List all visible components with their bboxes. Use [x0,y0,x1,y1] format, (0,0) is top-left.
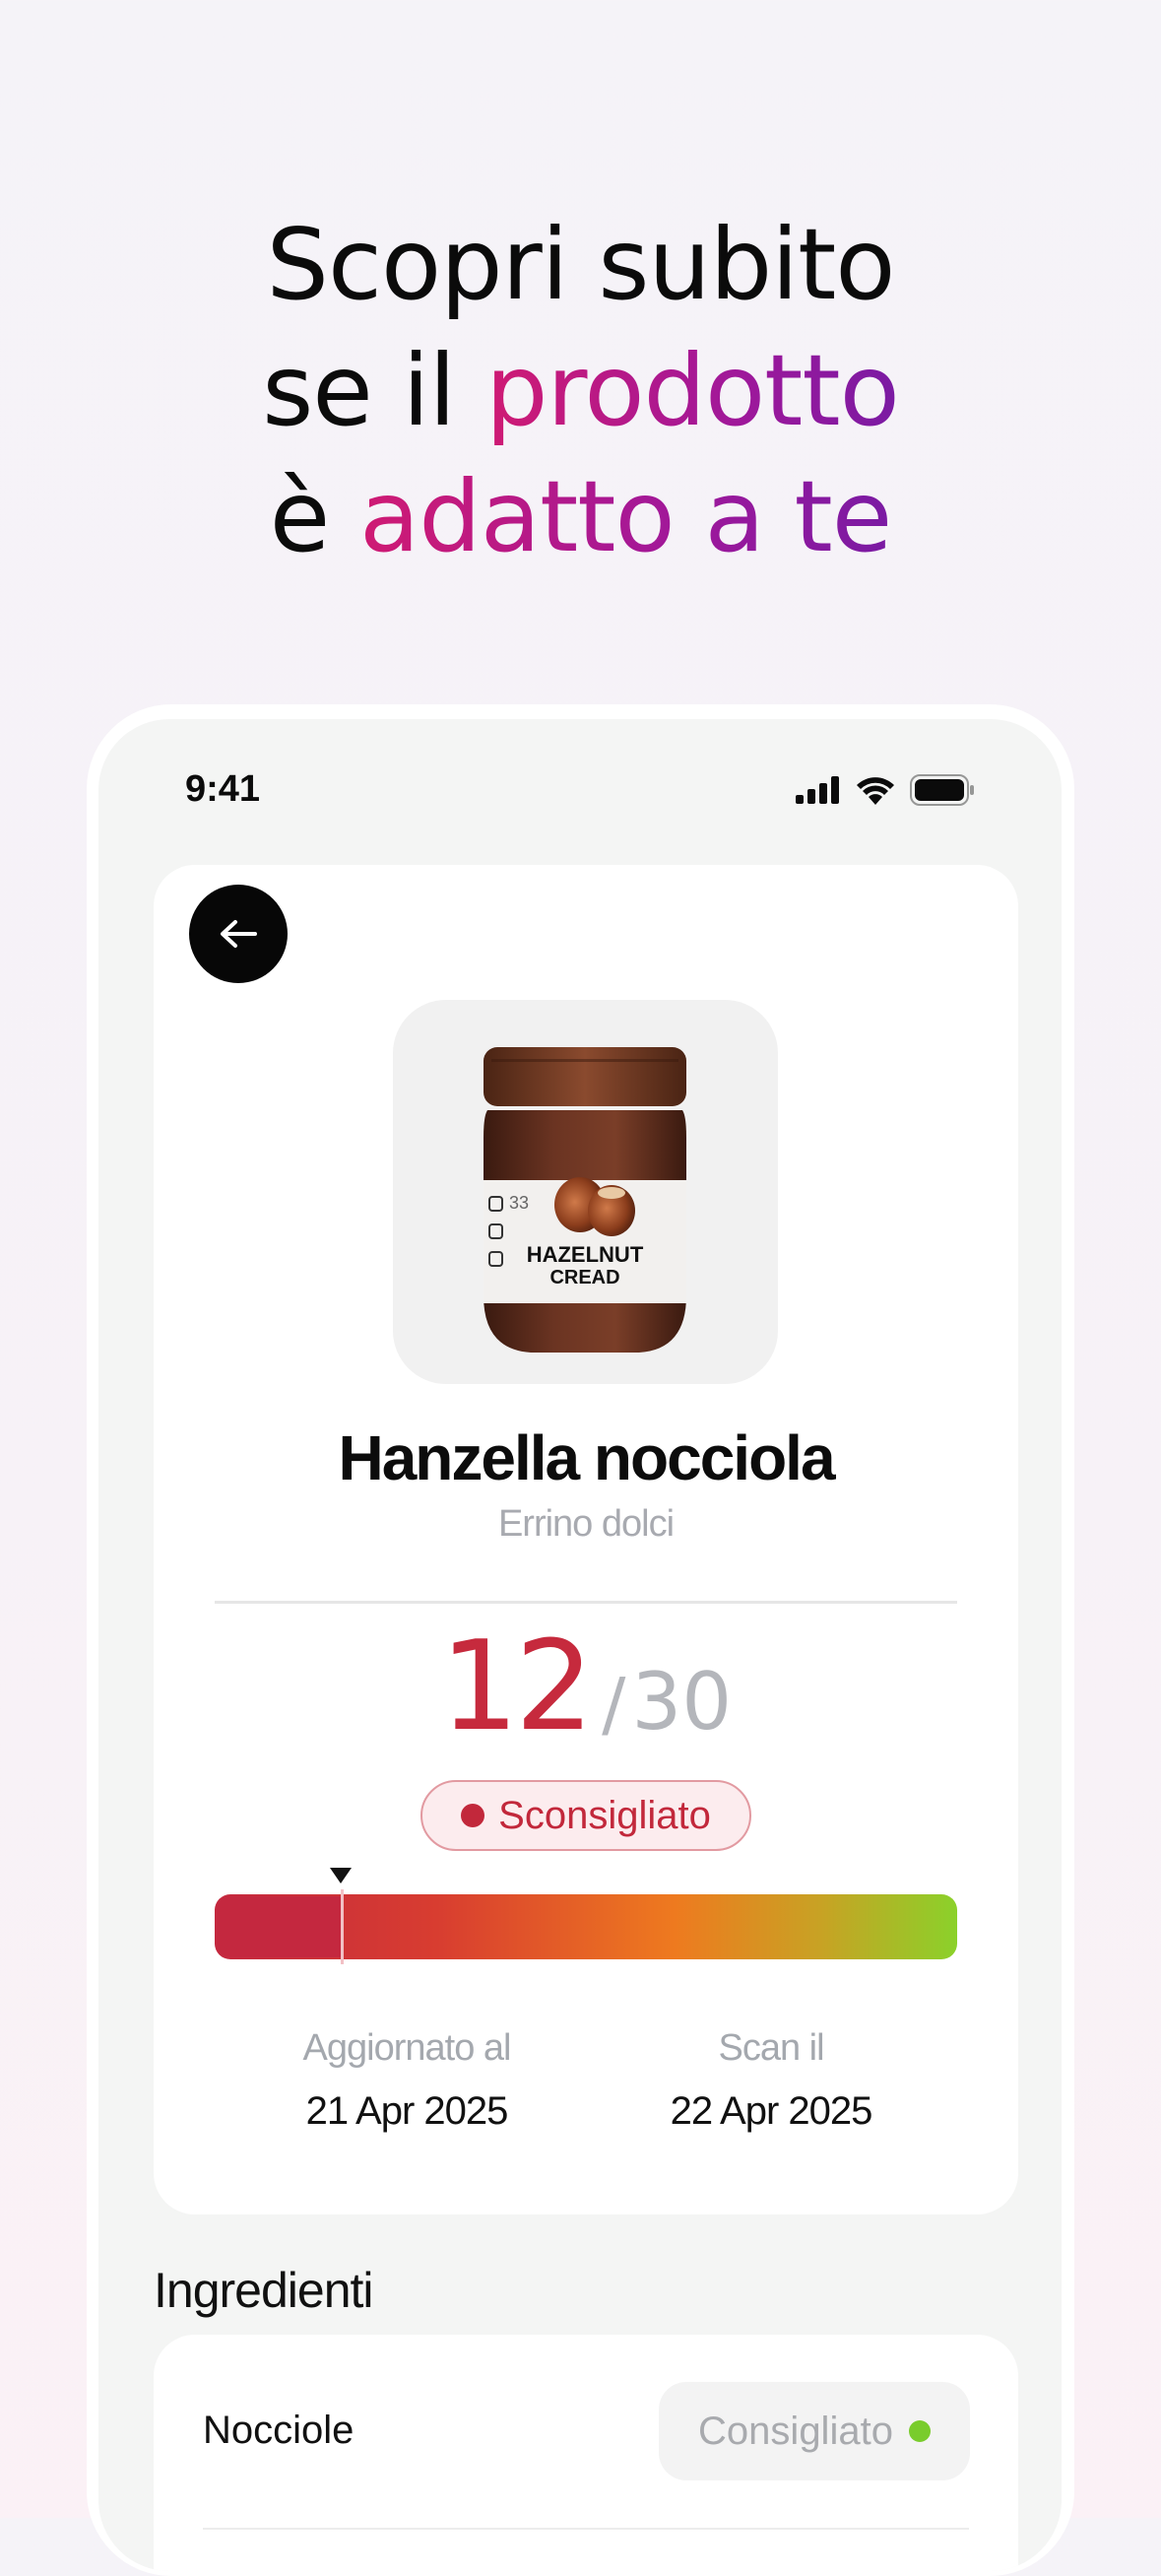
headline-line-3-prefix: è [269,459,360,574]
headline-line-2: se il prodotto [0,328,1161,454]
score-separator: / [602,1663,626,1746]
ingredient-status-chip: Consigliato [659,2382,970,2480]
ingredient-divider [203,2528,969,2530]
status-time: 9:41 [185,768,261,810]
ingredients-card: Nocciole Consigliato [154,2335,1018,2571]
headline-highlight-product: prodotto [484,333,900,448]
score-max: 30 [631,1656,733,1748]
product-image: 33 HAZELNUT CREAD [393,1000,778,1384]
wifi-icon [857,777,894,805]
back-button[interactable] [189,885,288,983]
phone-screen: 9:41 33 HAZELNUT CREAD Hanzella nocciola… [98,719,1062,2571]
product-card: 33 HAZELNUT CREAD Hanzella nocciola Erri… [154,865,1018,2214]
status-icons [796,774,975,806]
jar-number-label: 33 [509,1193,529,1213]
product-brand: Errino dolci [497,1503,675,1545]
scan-date: Scan il 22 Apr 2025 [623,2027,919,2134]
score-value: 12 [439,1614,594,1758]
headline-highlight-suited: adatto a te [359,459,892,574]
updated-date-label: Aggiornato al [302,2027,512,2069]
updated-date-value: 21 Apr 2025 [305,2089,509,2133]
jar-label-line-1: HAZELNUT [527,1242,644,1267]
score-pointer-icon [330,1868,352,1883]
updated-date: Aggiornato al 21 Apr 2025 [259,2027,554,2134]
headline-line-2-prefix: se il [262,333,485,448]
headline: Scopri subito se il prodotto è adatto a … [0,202,1161,580]
status-badge: Sconsigliato [420,1780,751,1851]
ingredients-title: Ingredienti [154,2263,373,2318]
scan-date-label: Scan il [718,2027,824,2069]
status-bar: 9:41 [98,719,1062,857]
status-dot-icon [908,2420,931,2442]
hazelnut-spread-jar-image: 33 HAZELNUT CREAD [484,1047,686,1353]
status-badge-label: Sconsigliato [498,1793,711,1837]
score-bar-fill-segment [215,1896,343,1957]
ingredient-name: Nocciole [203,2409,355,2452]
headline-line-3: è adatto a te [0,454,1161,580]
ingredient-status-label: Consigliato [698,2409,893,2453]
scan-date-value: 22 Apr 2025 [670,2089,873,2133]
status-dot-icon [461,1804,485,1827]
divider [215,1601,957,1604]
score-bar-marker-line [341,1889,344,1964]
product-name: Hanzella nocciola [338,1422,835,1493]
jar-label-line-2: CREAD [549,1267,619,1288]
score: 12/30 [154,1614,1018,1758]
headline-line-1: Scopri subito [266,207,896,322]
battery-icon [910,774,974,806]
cellular-signal-icon [796,776,839,804]
arrow-left-icon [221,920,257,948]
